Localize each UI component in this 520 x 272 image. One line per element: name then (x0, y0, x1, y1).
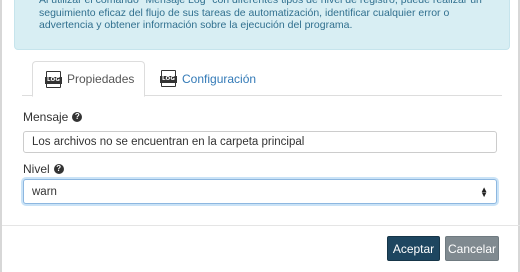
select-arrows-icon: ▲ ▼ (480, 184, 488, 199)
cancel-button[interactable]: Cancelar (445, 236, 499, 261)
tab-configuracion[interactable]: LOG Configuración (148, 61, 264, 96)
help-icon[interactable]: ? (72, 112, 83, 122)
message-label: Mensaje ? (23, 110, 83, 124)
level-value: warn (32, 185, 57, 198)
tab-propiedades[interactable]: LOG Propiedades (32, 61, 145, 97)
level-select[interactable]: warn ▲ ▼ (23, 179, 497, 204)
tab-label: Configuración (182, 71, 257, 86)
info-text: Al utilizar el comando "Mensaje Log" con… (39, 0, 482, 32)
log-icon: LOG (160, 70, 177, 87)
message-label-text: Mensaje (23, 110, 69, 124)
accept-button[interactable]: Aceptar (387, 236, 440, 261)
tab-bar: LOG Propiedades LOG Configuración (22, 61, 502, 97)
help-icon[interactable]: ? (53, 164, 64, 174)
level-label-text: Nivel (23, 162, 50, 176)
log-icon-text: LOG (45, 76, 62, 84)
log-icon: LOG (45, 70, 62, 88)
tab-label: Propiedades (67, 72, 135, 86)
message-value: Los archivos no se encuentran en la carp… (32, 136, 305, 148)
level-label: Nivel ? (23, 162, 64, 176)
info-alert: Al utilizar el comando "Mensaje Log" con… (14, 0, 510, 50)
footer-divider (2, 225, 520, 226)
log-icon-text: LOG (160, 76, 177, 83)
dialog-frame: Al utilizar el comando "Mensaje Log" con… (0, 0, 520, 272)
message-input[interactable]: Los archivos no se encuentran en la carp… (23, 131, 497, 153)
